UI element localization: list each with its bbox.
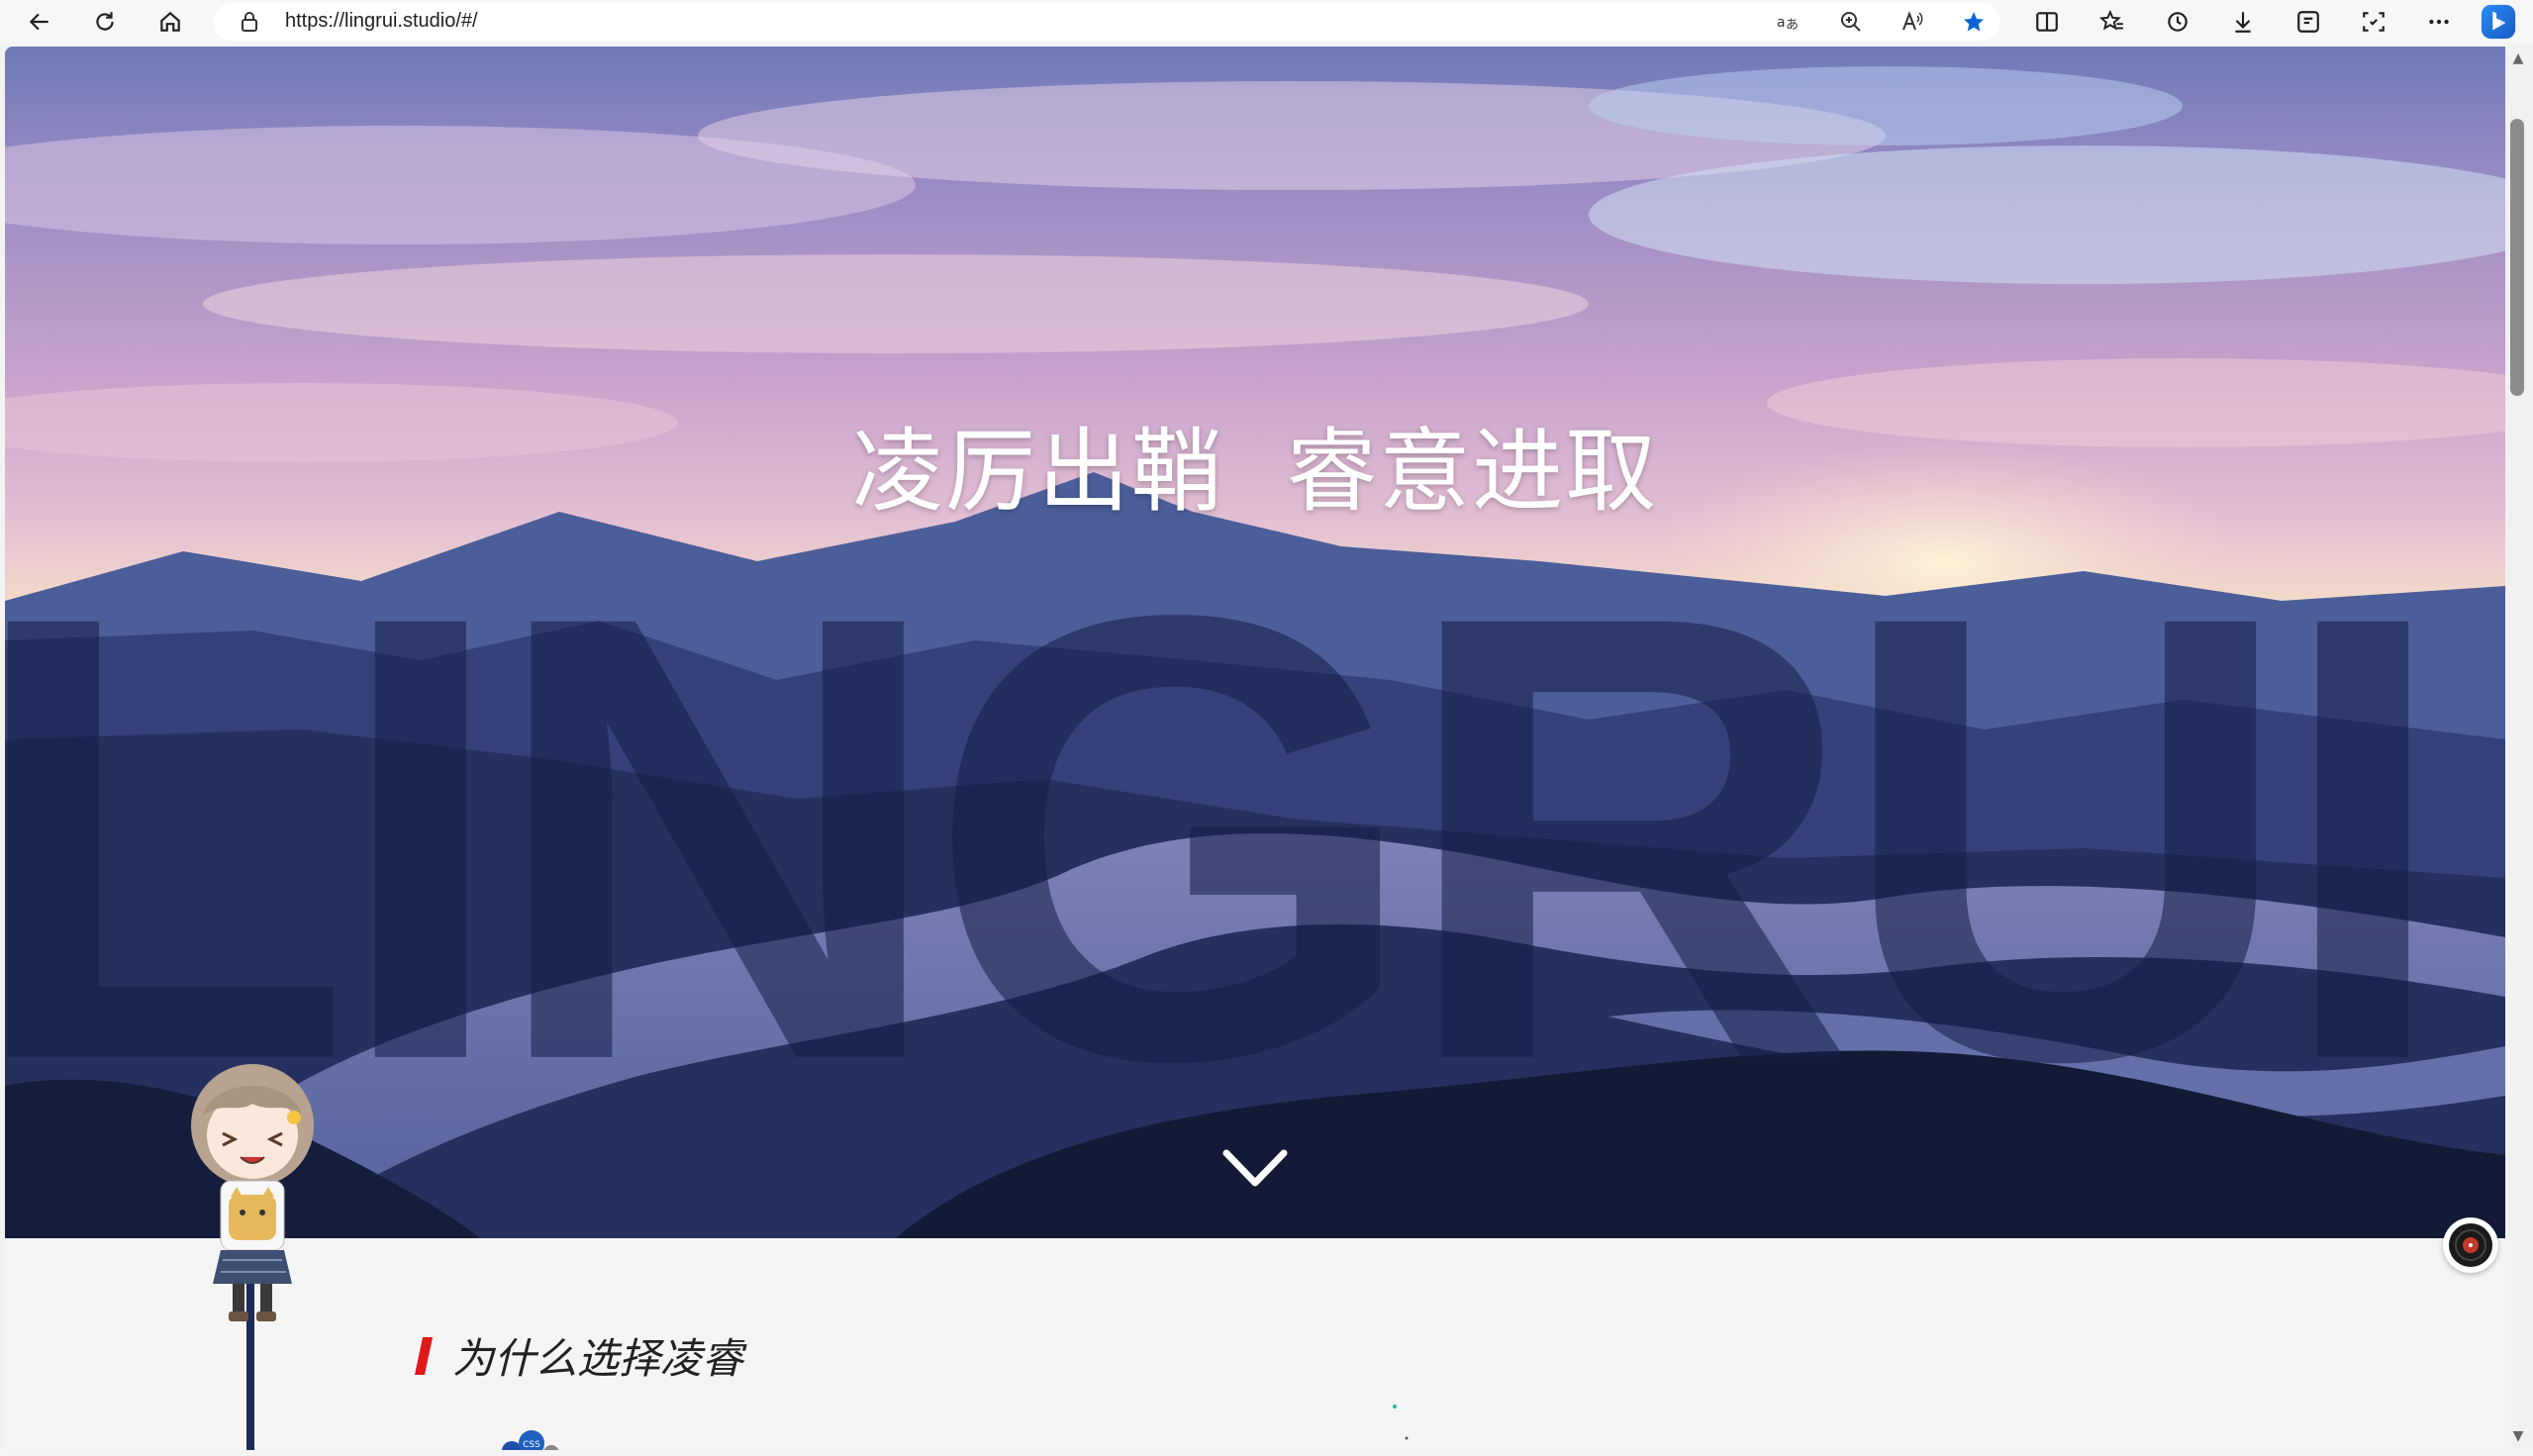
hero-slogan: 凌厉出鞘 睿意进取 [851,419,1659,525]
mascot-character-image[interactable] [183,1056,322,1353]
skill-icons-cluster: CSS [502,1430,559,1450]
back-arrow-icon [29,13,49,31]
hero-big-word: LINGRUI [5,484,2451,1192]
page-viewport: LINGRUI 凌厉出鞘 睿意进取 为什么选择凌睿 CSS [5,47,2505,1450]
more-dots-icon [2429,19,2449,25]
vinyl-record-icon [2449,1223,2492,1267]
refresh-button[interactable] [85,2,125,42]
bing-logo-icon [2481,4,2516,40]
svg-text:a: a [1777,15,1786,31]
downloads-button[interactable] [2223,2,2263,42]
music-player-button[interactable] [2443,1217,2498,1273]
svg-text:あ: あ [1786,18,1799,33]
scroll-up-arrow-icon[interactable]: ▲ [2510,51,2526,65]
history-button[interactable] [2158,2,2197,42]
home-icon [160,11,180,32]
screenshot-icon [2363,12,2385,32]
download-icon [2235,12,2251,33]
extension-icon [2297,11,2319,33]
browser-toolbar: https://lingrui.studio/#/ aあ [0,0,2533,44]
scroll-down-arrow-icon[interactable]: ▼ [2510,1429,2526,1443]
why-choose-section: 为什么选择凌睿 [5,1238,2505,1450]
refresh-icon [96,12,114,31]
decorative-dots [1393,1405,1409,1440]
split-screen-button[interactable] [2027,2,2067,42]
section-accent-mark [414,1337,434,1375]
extensions-button[interactable] [2289,2,2328,42]
hero-banner: LINGRUI 凌厉出鞘 睿意进取 [5,47,2505,1238]
favorites-button[interactable] [2093,2,2132,42]
favorites-list-icon [2099,9,2123,31]
url-text[interactable]: https://lingrui.studio/#/ [285,10,478,33]
scrollbar-thumb[interactable] [2510,119,2524,396]
css-badge-label: CSS [523,1440,540,1450]
section-title: 为什么选择凌睿 [452,1334,744,1383]
home-button[interactable] [150,2,190,42]
more-menu-button[interactable] [2419,2,2459,42]
address-bar[interactable]: https://lingrui.studio/#/ aあ [214,3,2000,41]
translate-icon[interactable]: aあ [1772,6,1803,38]
zoom-icon[interactable] [1835,6,1867,38]
back-button[interactable] [20,2,59,42]
copilot-button[interactable] [2479,2,2518,42]
read-aloud-icon[interactable] [1897,6,1928,38]
split-screen-icon [2036,12,2058,32]
lock-icon[interactable] [238,9,261,35]
screenshot-button[interactable] [2354,2,2393,42]
history-icon [2168,12,2188,32]
favorite-star-icon[interactable] [1958,6,1990,38]
scroll-down-chevron-icon[interactable] [1220,1145,1290,1195]
